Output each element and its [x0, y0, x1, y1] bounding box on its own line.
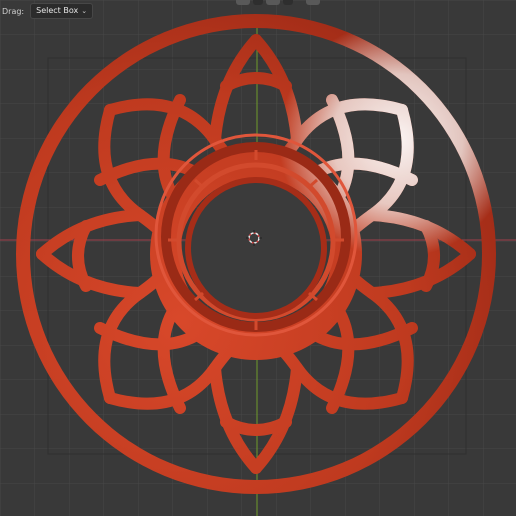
select-mode-dropdown[interactable]: Select Box ⌄	[30, 3, 94, 19]
drag-label: Drag:	[2, 6, 25, 16]
chevron-down-icon: ⌄	[81, 7, 88, 15]
3d-viewport[interactable]: Drag: Select Box ⌄	[0, 0, 516, 516]
viewport-tool-header: Drag: Select Box ⌄	[0, 0, 516, 22]
viewport-scene[interactable]	[0, 0, 516, 516]
select-mode-value: Select Box	[36, 6, 79, 15]
